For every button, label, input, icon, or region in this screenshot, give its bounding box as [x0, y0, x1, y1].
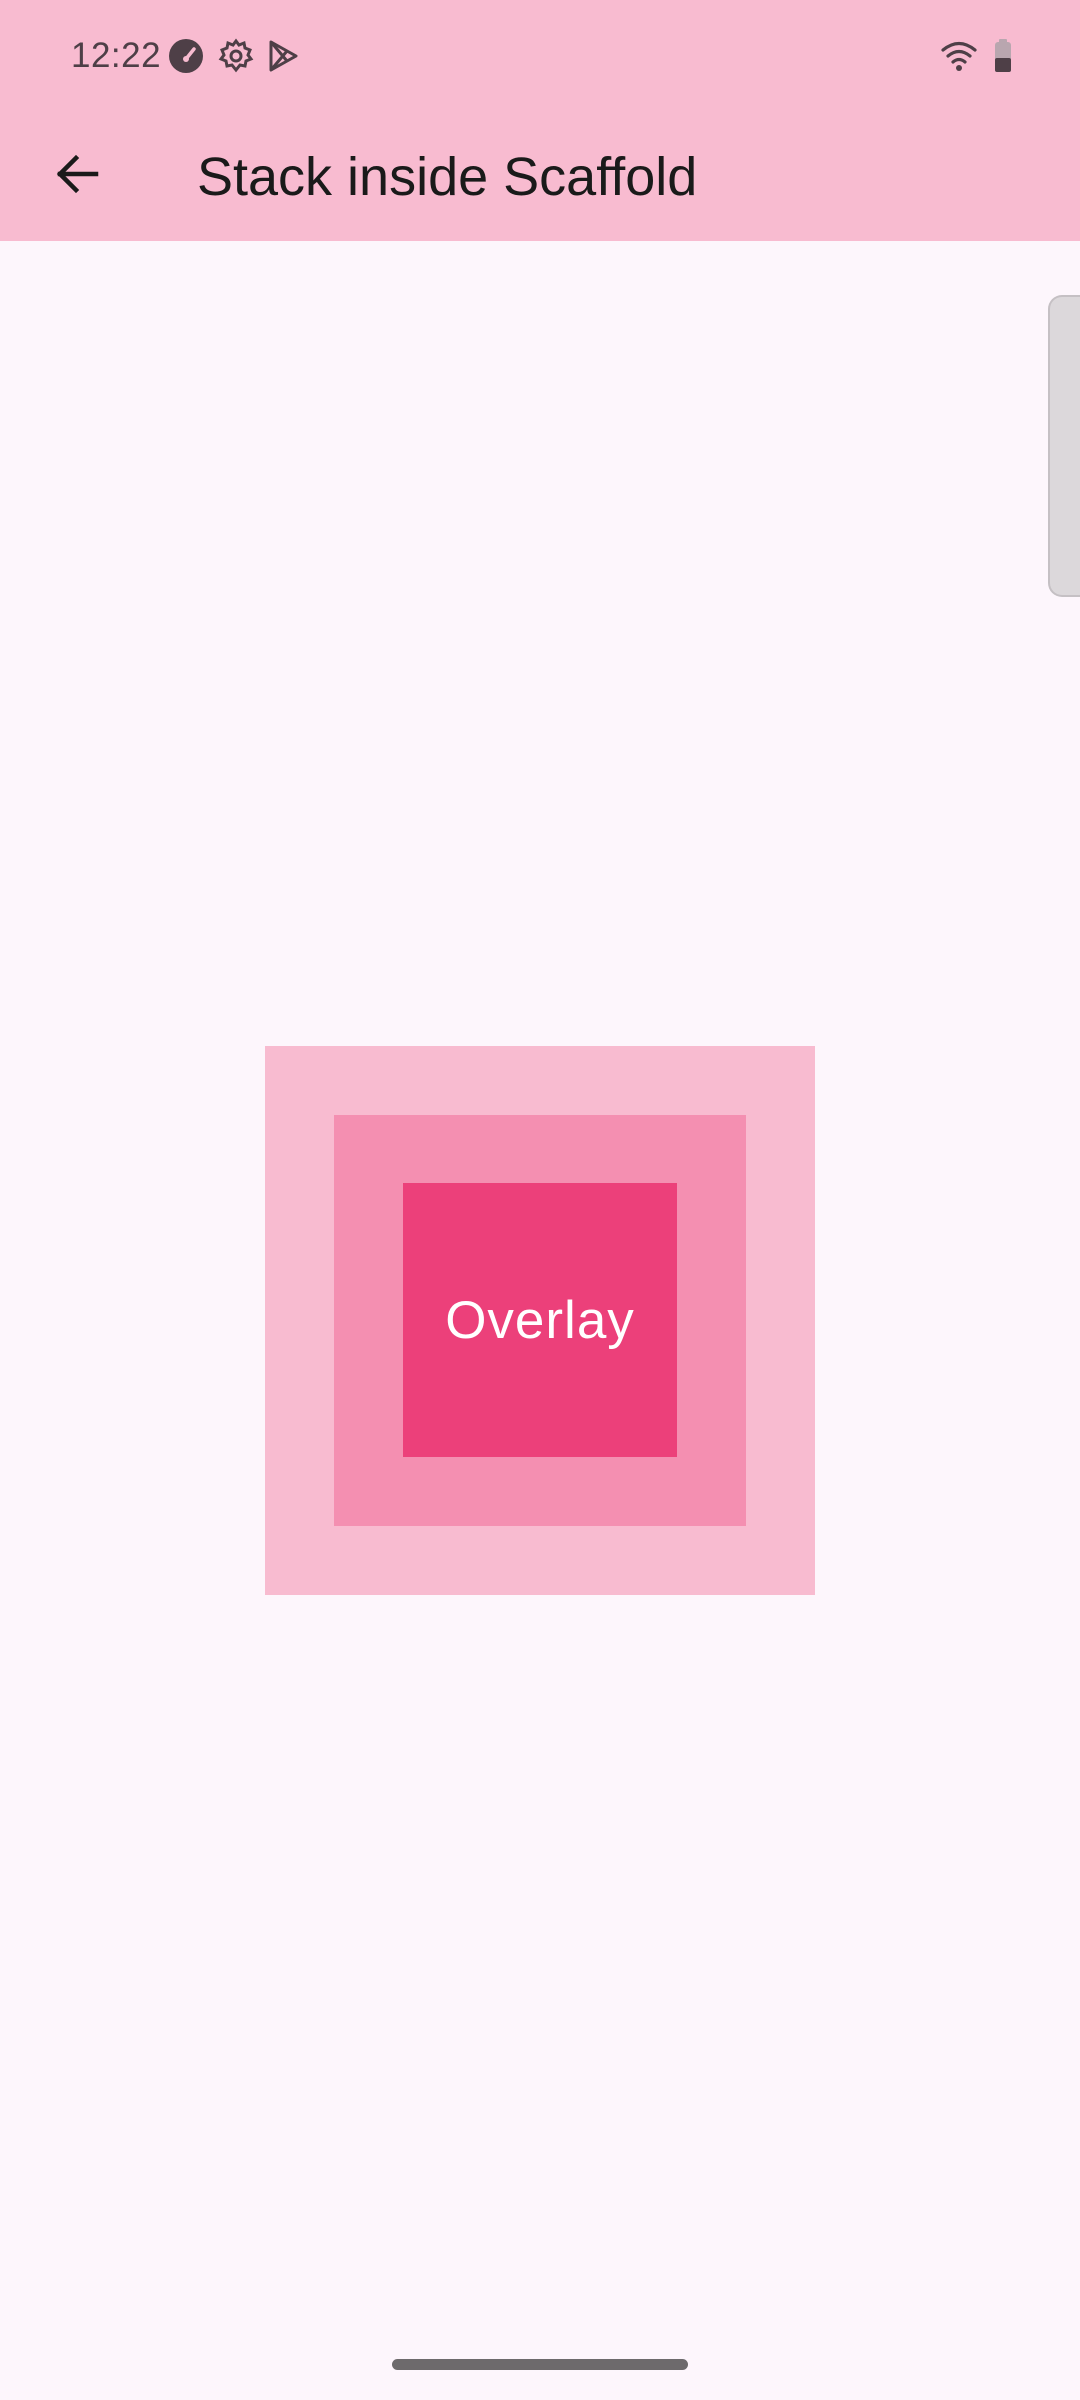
status-bar: 12:22 [0, 0, 1080, 112]
stack-inner-box: Overlay [403, 1183, 677, 1457]
battery-icon [992, 38, 1014, 74]
wifi-icon [940, 38, 978, 74]
back-button[interactable] [38, 128, 116, 224]
arrow-back-icon [52, 149, 102, 204]
play-store-icon [265, 38, 301, 74]
toolbar: Stack inside Scaffold [0, 112, 1080, 241]
top-app-bar: 12:22 Stack inside Scaffold [0, 0, 1080, 241]
speedometer-icon [168, 38, 204, 74]
settings-gear-icon [218, 38, 254, 74]
page-title: Stack inside Scaffold [197, 147, 698, 207]
home-indicator[interactable] [392, 2359, 688, 2370]
overlay-label: Overlay [445, 1290, 635, 1350]
status-time: 12:22 [71, 36, 162, 75]
edge-scroll-handle[interactable] [1048, 295, 1080, 597]
